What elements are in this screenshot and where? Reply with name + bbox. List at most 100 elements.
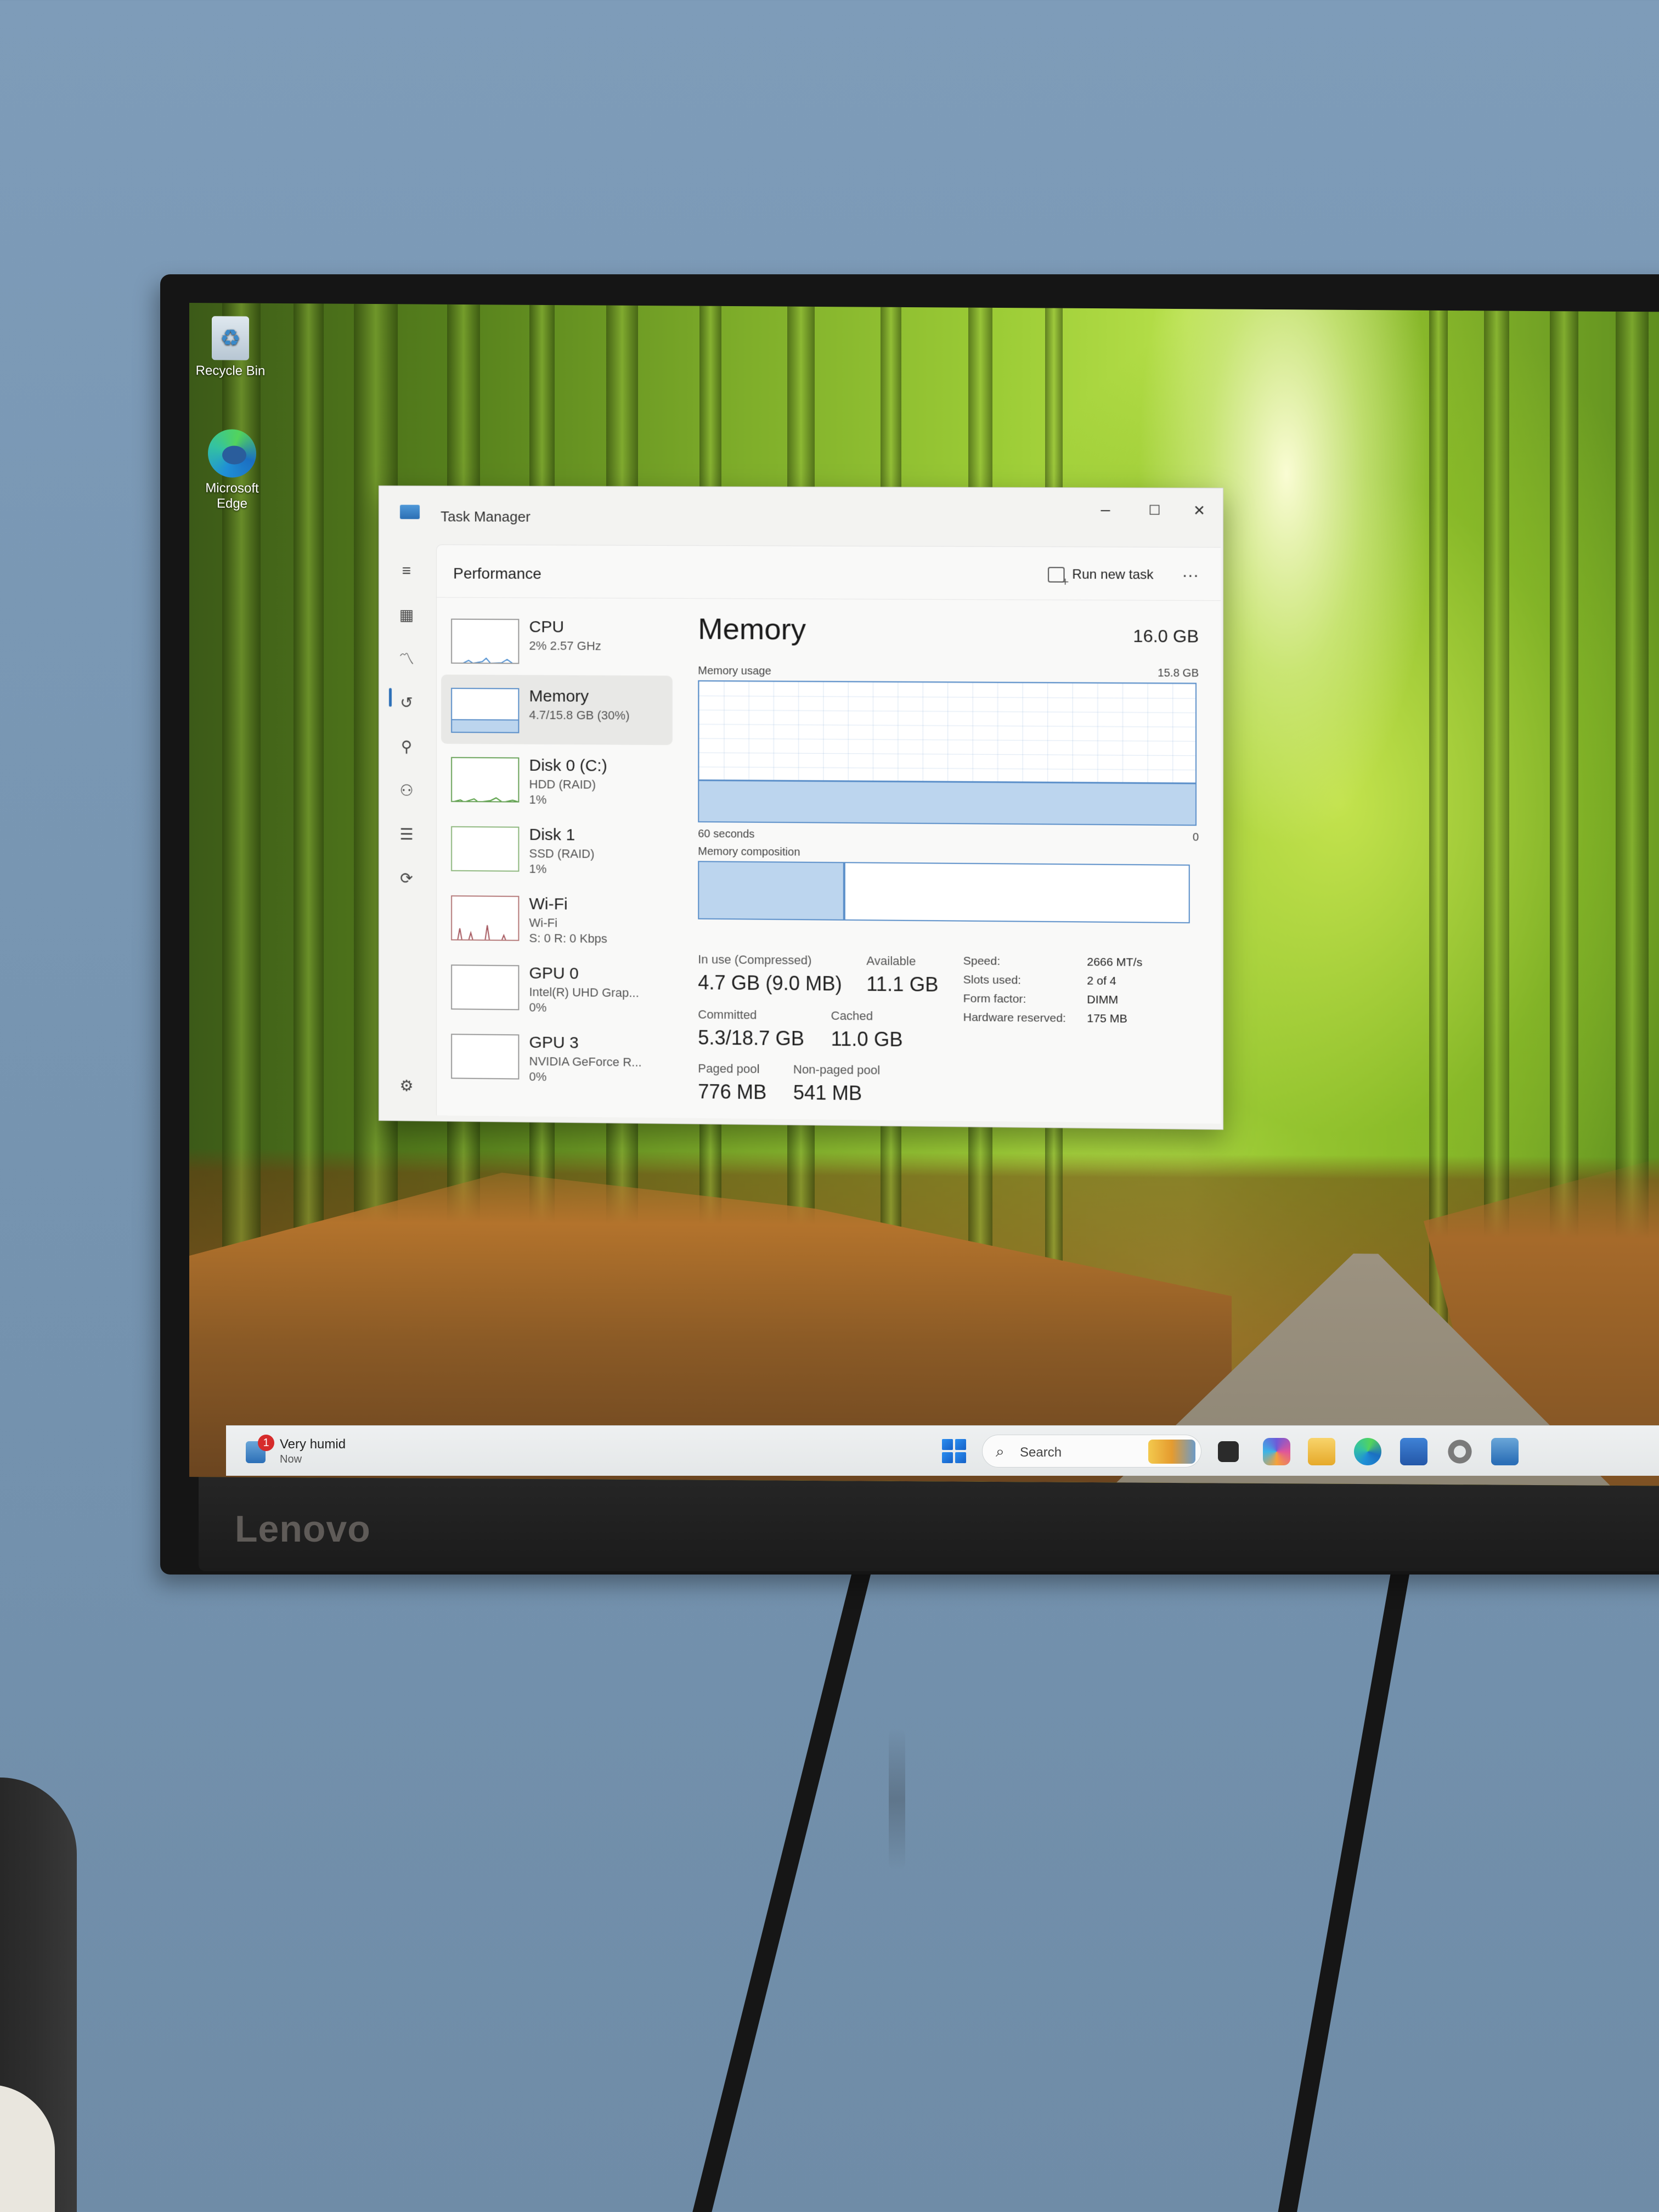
in-use-label: In use (Compressed) <box>698 952 812 967</box>
cached-value: 11.0 GB <box>831 1027 903 1051</box>
start-button[interactable] <box>942 1439 966 1463</box>
navigation-rail: ≡ ▦ 〽 ↺ ⚲ ⚇ ☰ ⟳ ⚙ <box>379 524 434 1122</box>
page-header: Performance Run new task ··· <box>437 545 1221 601</box>
details-icon[interactable]: ☰ <box>394 822 419 846</box>
resource-detail: NVIDIA GeForce R... <box>529 1054 642 1069</box>
gpu0-mini-graph <box>451 964 520 1011</box>
desktop-icon-label: Recycle Bin <box>195 363 266 379</box>
hardware-reserved-label: Hardware reserved: <box>963 1011 1066 1025</box>
more-options-button[interactable]: ··· <box>1173 563 1207 588</box>
disk1-mini-graph <box>451 826 520 872</box>
resource-detail: 0% <box>529 1069 547 1084</box>
run-task-icon <box>1047 567 1065 583</box>
notification-badge: 1 <box>258 1435 274 1451</box>
resource-item-cpu[interactable]: CPU 2% 2.57 GHz <box>441 605 673 675</box>
file-explorer-icon[interactable] <box>1308 1438 1335 1465</box>
resource-name: Disk 1 <box>529 825 575 844</box>
task-manager-icon <box>400 505 420 520</box>
resource-item-gpu-0[interactable]: GPU 0 Intel(R) UHD Grap... 0% <box>441 951 673 1023</box>
cached-label: Cached <box>831 1008 873 1023</box>
startup-apps-icon[interactable]: ⚲ <box>394 734 419 758</box>
resource-detail: 1% <box>529 792 547 807</box>
form-factor-value: DIMM <box>1087 993 1119 1007</box>
memory-total: 16.0 GB <box>1133 626 1199 646</box>
disk0-mini-graph <box>451 757 520 803</box>
slots-used-value: 2 of 4 <box>1087 974 1116 988</box>
settings-gear-icon[interactable] <box>1446 1438 1474 1465</box>
desktop-icon-label: Microsoft Edge <box>205 481 259 511</box>
taskbar-search-box[interactable]: ⌕ Search <box>982 1435 1201 1468</box>
resource-name: Disk 0 (C:) <box>529 756 607 775</box>
close-button[interactable]: ✕ <box>1181 496 1217 525</box>
slots-used-label: Slots used: <box>963 973 1022 987</box>
monitor-brand-logo: Lenovo <box>235 1508 371 1550</box>
monitor-cable-left <box>684 1555 874 2212</box>
resource-detail: SSD (RAID) <box>529 846 595 861</box>
memory-composition-label: Memory composition <box>698 845 800 859</box>
memory-usage-fill <box>699 779 1195 825</box>
task-manager-icon[interactable] <box>1491 1438 1519 1465</box>
speed-value: 2666 MT/s <box>1087 956 1143 969</box>
resource-item-disk-0[interactable]: Disk 0 (C:) HDD (RAID) 1% <box>441 744 673 815</box>
composition-in-use <box>699 862 845 919</box>
app-history-icon[interactable]: ↺ <box>394 690 419 714</box>
title-bar[interactable]: Task Manager – ☐ ✕ <box>379 486 1223 525</box>
users-icon[interactable]: ⚇ <box>394 778 419 802</box>
run-new-task-button[interactable]: Run new task <box>1047 562 1154 587</box>
search-highlight-art <box>1148 1440 1195 1464</box>
task-view-icon[interactable] <box>1218 1441 1239 1462</box>
recycle-bin-icon: ♻ <box>212 316 249 360</box>
gpu3-mini-graph <box>451 1034 520 1080</box>
resource-detail: Wi-Fi <box>529 916 557 930</box>
non-paged-pool-value: 541 MB <box>793 1081 862 1105</box>
speed-label: Speed: <box>963 955 1001 968</box>
resource-item-memory[interactable]: Memory 4.7/15.8 GB (30%) <box>441 674 673 746</box>
committed-value: 5.3/18.7 GB <box>698 1026 805 1050</box>
hardware-reserved-value: 175 MB <box>1087 1012 1127 1025</box>
resource-detail: HDD (RAID) <box>529 777 596 792</box>
in-use-value: 4.7 GB (9.0 MB) <box>698 971 842 995</box>
graph-time-end: 0 <box>1192 831 1199 844</box>
resource-detail: 2% 2.57 GHz <box>529 639 601 653</box>
taskbar: 1 Very humid Now ⌕ Search <box>226 1425 1659 1476</box>
run-new-task-label: Run new task <box>1072 567 1154 583</box>
desktop-icon-edge[interactable]: Microsoft Edge <box>194 429 270 512</box>
weather-condition[interactable]: Very humid <box>280 1437 346 1452</box>
resource-detail: 1% <box>529 862 547 876</box>
memory-heading: Memory <box>698 612 806 646</box>
search-placeholder: Search <box>1020 1445 1062 1460</box>
services-icon[interactable]: ⟳ <box>394 866 419 890</box>
minimize-button[interactable]: – <box>1087 496 1123 525</box>
task-manager-window[interactable]: Task Manager – ☐ ✕ ≡ ▦ 〽 ↺ ⚲ ⚇ ☰ ⟳ ⚙ Per… <box>379 486 1224 1130</box>
memory-detail-panel: Memory 16.0 GB Memory usage 15.8 GB 60 s… <box>698 612 1199 1104</box>
performance-page: Performance Run new task ··· CPU 2% 2.57… <box>436 544 1221 1124</box>
form-factor-label: Form factor: <box>963 992 1026 1006</box>
microsoft-store-icon[interactable] <box>1400 1438 1427 1465</box>
resource-name: GPU 3 <box>529 1033 579 1052</box>
resource-item-disk-1[interactable]: Disk 1 SSD (RAID) 1% <box>441 813 673 884</box>
monitor-cable-right <box>1269 1556 1412 2212</box>
window-title: Task Manager <box>441 508 531 525</box>
resource-item-wifi[interactable]: Wi-Fi Wi-Fi S: 0 R: 0 Kbps <box>441 882 673 953</box>
desktop-icon-recycle-bin[interactable]: ♻ Recycle Bin <box>189 316 272 379</box>
resource-item-gpu-3[interactable]: GPU 3 NVIDIA GeForce R... 0% <box>441 1020 673 1092</box>
maximize-button[interactable]: ☐ <box>1137 496 1172 525</box>
resource-name: Memory <box>529 687 589 706</box>
memory-composition-bar <box>698 861 1190 923</box>
available-label: Available <box>866 953 916 968</box>
paged-pool-label: Paged pool <box>698 1061 760 1076</box>
active-nav-indicator <box>388 688 392 707</box>
page-title: Performance <box>453 565 541 583</box>
processes-icon[interactable]: ▦ <box>394 602 419 627</box>
performance-icon[interactable]: 〽 <box>394 646 419 670</box>
resource-detail: 4.7/15.8 GB (30%) <box>529 708 630 723</box>
copilot-icon[interactable] <box>1263 1438 1290 1465</box>
committed-label: Committed <box>698 1007 757 1022</box>
graph-time-label: 60 seconds <box>698 828 755 840</box>
settings-icon[interactable]: ⚙ <box>394 1073 419 1097</box>
hamburger-menu-icon[interactable]: ≡ <box>394 558 419 583</box>
non-paged-pool-label: Non-paged pool <box>793 1062 881 1077</box>
edge-browser-icon[interactable] <box>1354 1438 1381 1465</box>
wifi-mini-graph <box>451 895 520 941</box>
weather-time: Now <box>280 1453 302 1465</box>
